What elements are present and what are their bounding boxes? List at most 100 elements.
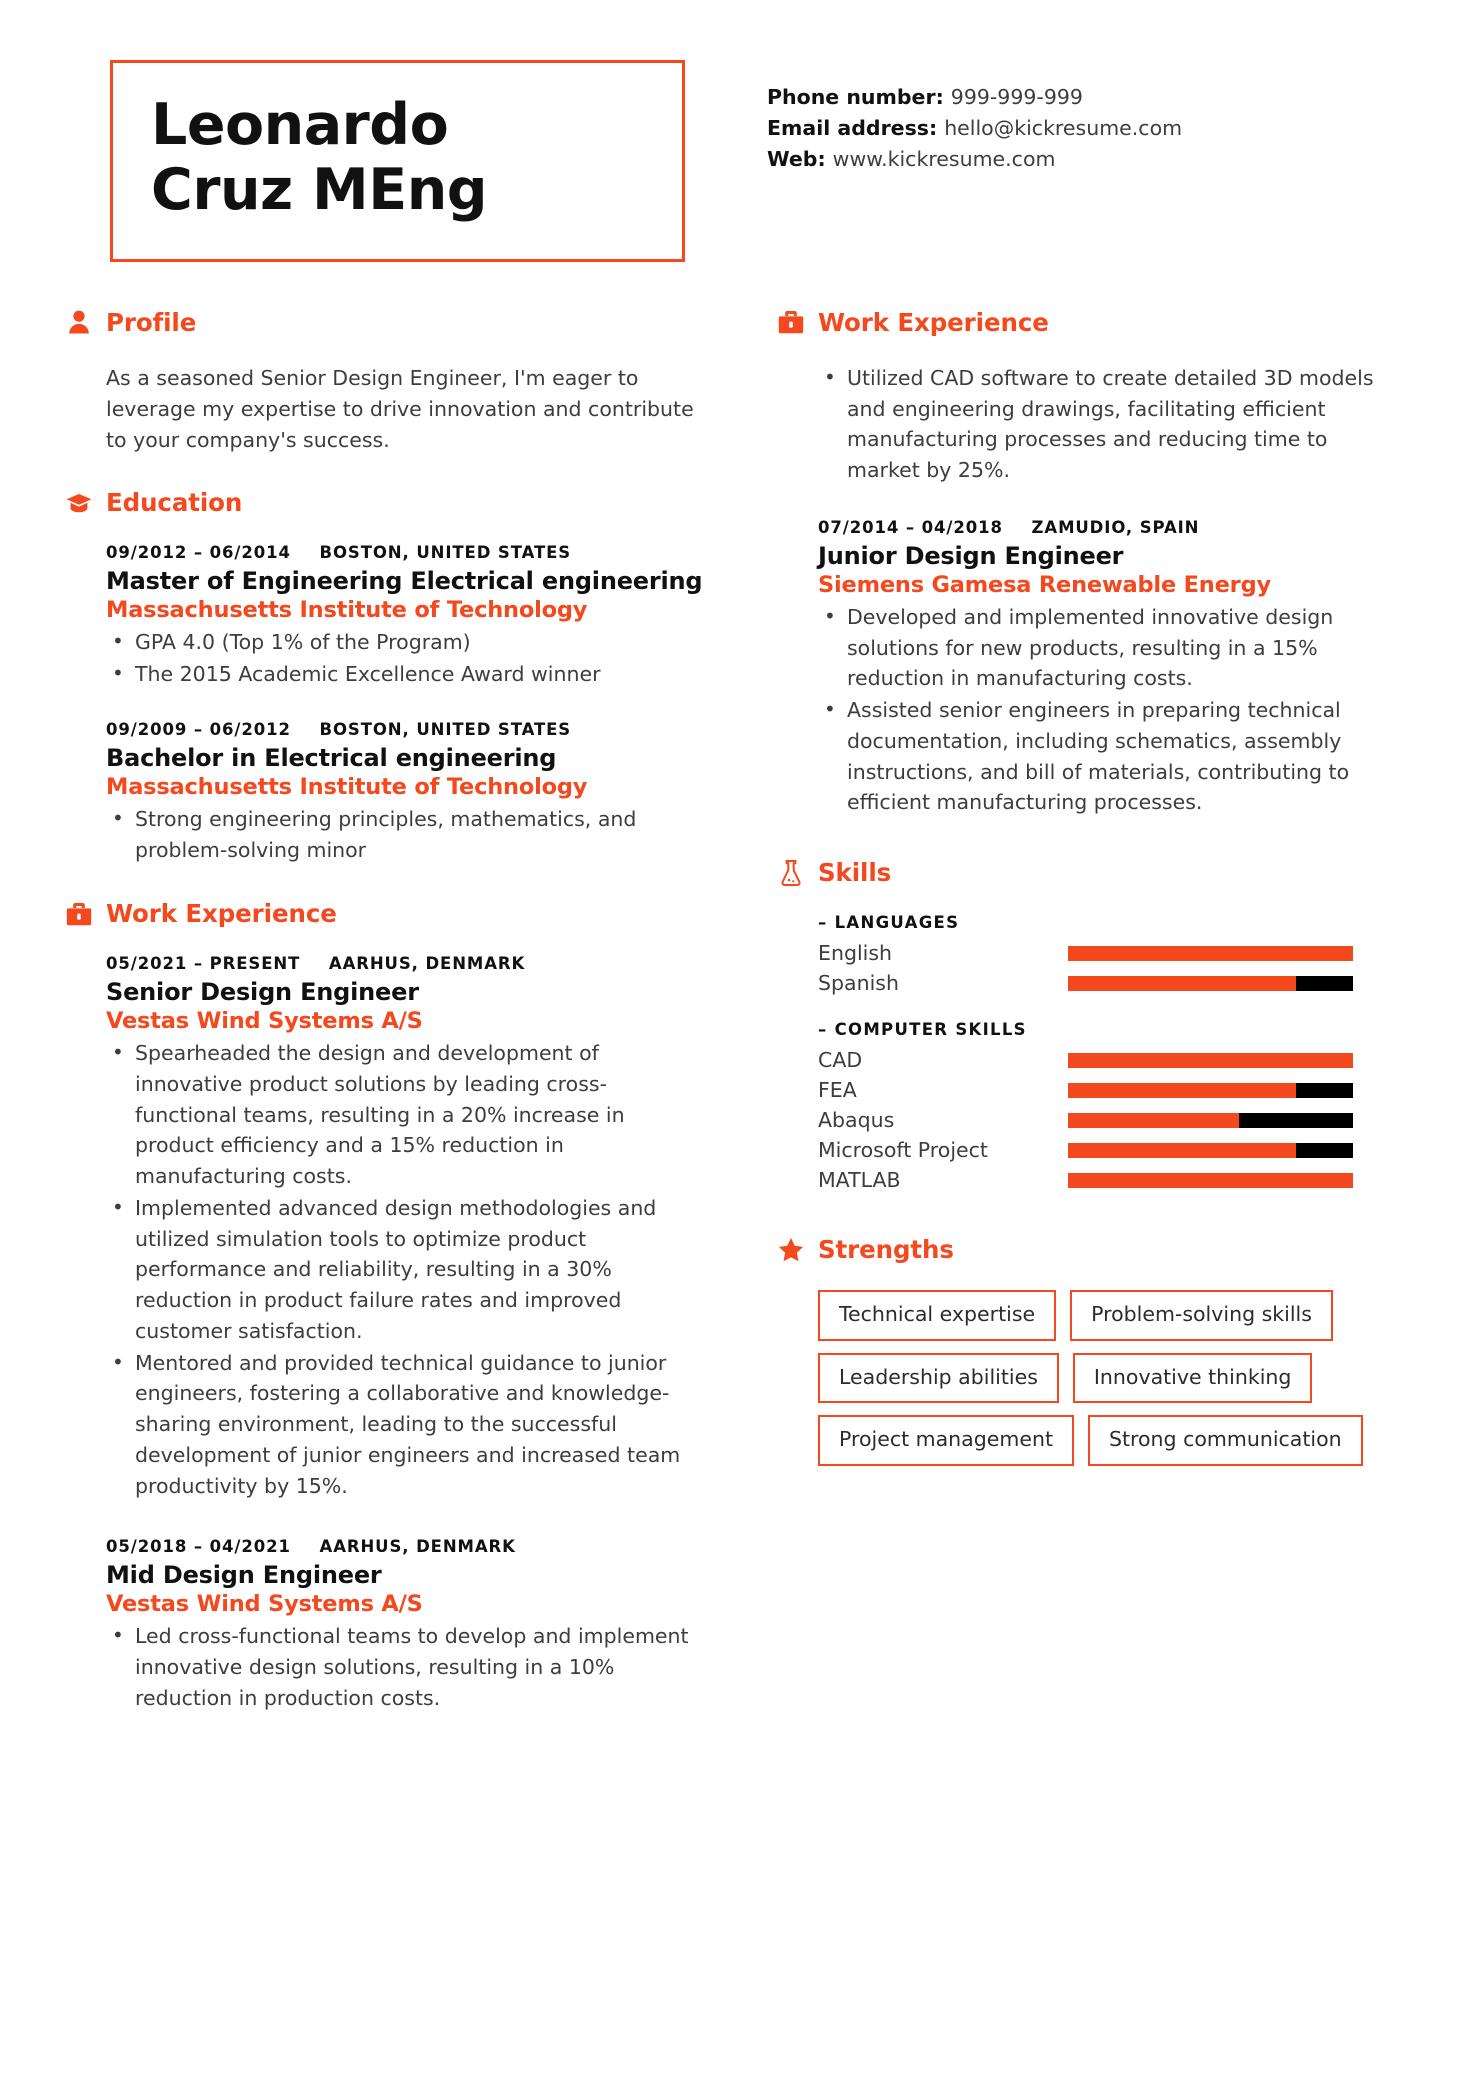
education-entry: 09/2009 – 06/2012 BOSTON, UNITED STATES … [106, 720, 708, 865]
skill-row: Abaqus [818, 1105, 1402, 1135]
list-item: Utilized CAD software to create detailed… [818, 362, 1402, 486]
skill-row: Microsoft Project [818, 1135, 1402, 1165]
entry-location: BOSTON, UNITED STATES [319, 543, 572, 563]
briefcase-icon [66, 901, 92, 927]
work-entry: 05/2018 – 04/2021 AARHUS, DENMARK Mid De… [106, 1537, 708, 1713]
section-work-experience-left: Work Experience 05/2021 – PRESENT AARHUS… [66, 899, 708, 1713]
profile-text: As a seasoned Senior Design Engineer, I'… [106, 365, 694, 453]
entry-organization: Siemens Gamesa Renewable Energy [818, 571, 1271, 598]
work-entry: 05/2021 – PRESENT AARHUS, DENMARK Senior… [106, 954, 708, 1501]
skill-name: Abaqus [818, 1107, 895, 1132]
skill-group-languages: – LANGUAGES English Spanish [818, 913, 1402, 998]
work-experience-header: Work Experience [66, 899, 708, 928]
skill-level-fill [1068, 975, 1296, 991]
web-label: Web: [767, 147, 826, 172]
resume-page: Leonardo Cruz MEng Phone number: 999-999-… [0, 0, 1468, 2076]
list-item: Led cross-functional teams to develop an… [106, 1620, 708, 1713]
entry-meta: 07/2014 – 04/2018 ZAMUDIO, SPAIN [818, 518, 1402, 537]
list-item: Spearheaded the design and development o… [106, 1037, 708, 1192]
list-item: Assisted senior engineers in preparing t… [818, 694, 1402, 818]
skill-group-title: – LANGUAGES [818, 913, 960, 933]
work-experience-title: Work Experience [818, 307, 1049, 337]
entry-bullets: Spearheaded the design and development o… [106, 1037, 708, 1502]
left-column: Profile As a seasoned Senior Design Engi… [66, 308, 726, 1724]
strengths-tag-list: Technical expertise Problem-solving skil… [818, 1290, 1378, 1466]
entry-meta: 09/2009 – 06/2012 BOSTON, UNITED STATES [106, 720, 708, 739]
work-experience-header: Work Experience [778, 308, 1402, 337]
list-item: Implemented advanced design methodologie… [106, 1192, 708, 1347]
work-entry: 07/2014 – 04/2018 ZAMUDIO, SPAIN Junior … [818, 518, 1402, 818]
skill-level-fill [1068, 1052, 1353, 1068]
skill-name: FEA [818, 1077, 857, 1102]
profile-body: As a seasoned Senior Design Engineer, I'… [66, 363, 708, 456]
right-column: Work Experience Utilized CAD software to… [726, 308, 1402, 1476]
skill-level-bar [1068, 1142, 1353, 1158]
email-label: Email address: [767, 116, 938, 141]
education-entry: 09/2012 – 06/2014 BOSTON, UNITED STATES … [106, 543, 708, 689]
contact-details: Phone number: 999-999-999 Email address: h… [767, 60, 1182, 175]
list-item: The 2015 Academic Excellence Award winne… [106, 658, 708, 690]
entry-title: Mid Design Engineer [106, 1561, 382, 1590]
resume-header: Leonardo Cruz MEng Phone number: 999-999-… [0, 0, 1468, 262]
skill-group-computer-skills: – COMPUTER SKILLS CAD FEA Abaqus Microso… [818, 1020, 1402, 1195]
strength-tag: Innovative thinking [1072, 1352, 1313, 1404]
list-item: Mentored and provided technical guidance… [106, 1347, 708, 1502]
education-title: Education [106, 488, 243, 518]
entry-title: Junior Design Engineer [818, 541, 1124, 570]
profile-header: Profile [66, 308, 708, 337]
resume-body: Profile As a seasoned Senior Design Engi… [0, 262, 1468, 1724]
contact-row-email: Email address: hello@kickresume.com [767, 113, 1182, 144]
skill-level-bar [1068, 975, 1353, 991]
entry-bullets: Led cross-functional teams to develop an… [106, 1620, 708, 1713]
work-experience-body: 05/2021 – PRESENT AARHUS, DENMARK Senior… [66, 954, 708, 1713]
section-profile: Profile As a seasoned Senior Design Engi… [66, 308, 708, 456]
strengths-body: Technical expertise Problem-solving skil… [778, 1290, 1402, 1466]
entry-dates: 09/2012 – 06/2014 [106, 543, 291, 563]
entry-location: AARHUS, DENMARK [319, 1537, 516, 1557]
entry-dates: 05/2018 – 04/2021 [106, 1537, 291, 1557]
entry-meta: 09/2012 – 06/2014 BOSTON, UNITED STATES [106, 543, 708, 562]
skill-level-bar [1068, 1052, 1353, 1068]
entry-title: Senior Design Engineer [106, 978, 419, 1007]
entry-dates: 05/2021 – PRESENT [106, 954, 301, 974]
entry-organization: Massachusetts Institute of Technology [106, 597, 588, 624]
contact-row-phone: Phone number: 999-999-999 [767, 82, 1182, 113]
skills-title: Skills [818, 858, 892, 888]
skill-name: Microsoft Project [818, 1137, 988, 1162]
name-box: Leonardo Cruz MEng [110, 60, 685, 262]
entry-location: BOSTON, UNITED STATES [319, 719, 572, 739]
entry-organization: Massachusetts Institute of Technology [106, 773, 588, 800]
education-header: Education [66, 488, 708, 517]
person-icon [66, 309, 92, 335]
contact-row-web: Web: www.kickresume.com [767, 144, 1182, 175]
graduation-cap-icon [66, 490, 92, 516]
skill-name: English [818, 940, 893, 965]
section-strengths: Strengths Technical expertise Problem-so… [778, 1235, 1402, 1466]
skill-name: Spanish [818, 970, 899, 995]
entry-meta: 05/2021 – PRESENT AARHUS, DENMARK [106, 954, 708, 973]
phone-value: 999-999-999 [950, 85, 1083, 109]
skills-header: Skills [778, 858, 1402, 887]
work-experience-body: Utilized CAD software to create detailed… [778, 362, 1402, 818]
entry-meta: 05/2018 – 04/2021 AARHUS, DENMARK [106, 1537, 708, 1556]
list-item: Strong engineering principles, mathemati… [106, 803, 708, 866]
skill-row: English [818, 938, 1402, 968]
strength-tag: Project management [818, 1415, 1074, 1466]
star-icon [778, 1237, 804, 1263]
entry-bullets: Strong engineering principles, mathemati… [106, 803, 708, 866]
strength-tag: Technical expertise [818, 1290, 1057, 1341]
entry-bullets: GPA 4.0 (Top 1% of the Program) The 2015… [106, 626, 708, 690]
strength-tag: Strong communication [1087, 1415, 1363, 1466]
skill-level-fill [1068, 1112, 1239, 1128]
education-body: 09/2012 – 06/2014 BOSTON, UNITED STATES … [66, 543, 708, 865]
entry-title: Bachelor in Electrical engineering [106, 743, 557, 772]
section-education: Education 09/2012 – 06/2014 BOSTON, UNIT… [66, 488, 708, 865]
web-value[interactable]: www.kickresume.com [833, 147, 1056, 171]
phone-label: Phone number: [767, 85, 944, 109]
email-value[interactable]: hello@kickresume.com [944, 116, 1182, 140]
skill-level-bar [1068, 1172, 1353, 1188]
skill-level-bar [1068, 1082, 1353, 1098]
entry-organization: Vestas Wind Systems A/S [106, 1591, 423, 1618]
profile-title: Profile [106, 307, 197, 337]
skill-row: Spanish [818, 968, 1402, 998]
